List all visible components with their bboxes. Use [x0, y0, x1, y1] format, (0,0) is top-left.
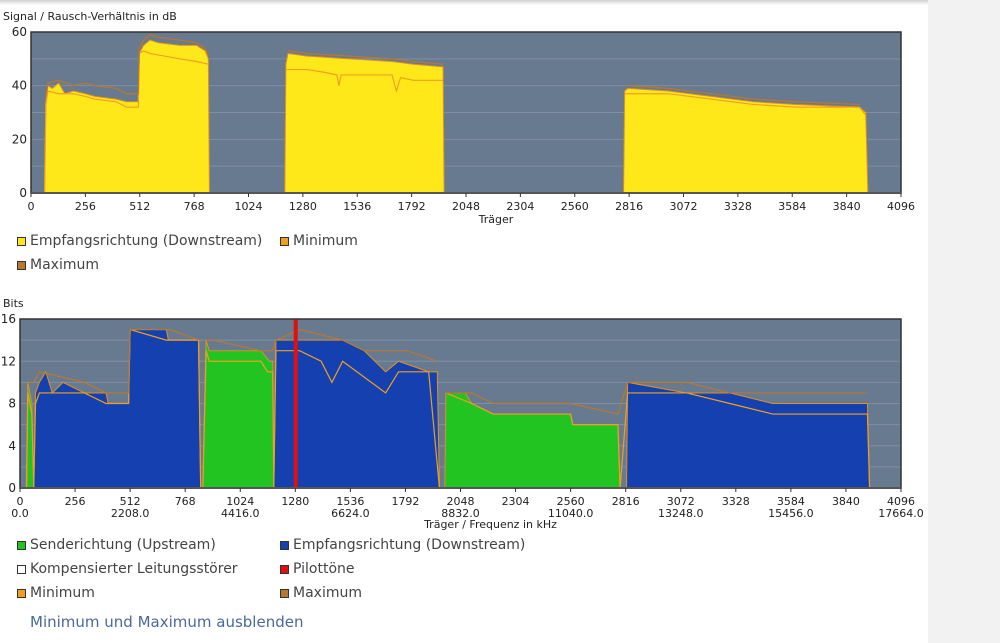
- x-tick-label: 1280: [281, 495, 309, 508]
- x-tick-label: 256: [65, 495, 86, 508]
- legend-downstream: Empfangsrichtung (Downstream): [17, 233, 262, 249]
- legend-label: Pilottöne: [293, 561, 355, 577]
- legend-swatch: [280, 540, 289, 550]
- legend-downstream: Empfangsrichtung (Downstream): [280, 537, 525, 553]
- legend-swatch: [280, 236, 289, 246]
- y-tick-label: 16: [1, 312, 16, 326]
- legend-label: Empfangsrichtung (Downstream): [30, 233, 263, 249]
- freq-tick-label: 17664.0: [878, 507, 924, 520]
- legend-label: Minimum: [293, 233, 358, 249]
- legend-label: Senderichtung (Upstream): [30, 537, 216, 553]
- legend-minimum: Minimum: [17, 585, 95, 601]
- y-tick-label: 4: [8, 439, 16, 453]
- x-tick-label: 3328: [722, 495, 750, 508]
- freq-tick-label: 15456.0: [768, 507, 814, 520]
- legend-label: Empfangsrichtung (Downstream): [293, 537, 526, 553]
- legend-maximum: Maximum: [17, 257, 99, 273]
- freq-tick-label: 6624.0: [331, 507, 370, 520]
- x-tick-label: 1792: [391, 495, 419, 508]
- legend-swatch: [280, 588, 289, 598]
- x-tick-label: 3840: [832, 495, 860, 508]
- legend-swatch: [17, 540, 26, 550]
- legend-minimum: Minimum: [280, 233, 358, 249]
- x-tick-label: 2304: [502, 495, 530, 508]
- legend-label: Maximum: [293, 585, 362, 601]
- legend-crosstalk: Kompensierter Leitungsstörer: [17, 561, 238, 577]
- legend-swatch: [17, 236, 26, 246]
- legend-swatch: [17, 588, 26, 598]
- legend-label: Kompensierter Leitungsstörer: [30, 561, 238, 577]
- x-tick-label: 2816: [612, 495, 640, 508]
- legend-swatch: [17, 260, 26, 270]
- hide-min-max-link[interactable]: Minimum und Maximum ausblenden: [30, 613, 303, 631]
- x-axis-label: Träger / Frequenz in kHz: [423, 518, 557, 531]
- legend-pilot: Pilottöne: [280, 561, 355, 577]
- x-tick-label: 768: [175, 495, 196, 508]
- y-tick-label: 8: [8, 397, 16, 411]
- legend-label: Minimum: [30, 585, 95, 601]
- legend-swatch: [280, 564, 289, 574]
- legend-maximum: Maximum: [280, 585, 362, 601]
- legend-label: Maximum: [30, 257, 99, 273]
- y-tick-label: 0: [8, 481, 16, 495]
- freq-tick-label: 0.0: [11, 507, 29, 520]
- y-tick-label: 12: [1, 354, 16, 368]
- freq-tick-label: 13248.0: [658, 507, 704, 520]
- legend-swatch: [17, 564, 26, 574]
- freq-tick-label: 4416.0: [221, 507, 260, 520]
- legend-upstream: Senderichtung (Upstream): [17, 537, 216, 553]
- freq-tick-label: 2208.0: [111, 507, 150, 520]
- series-area-sendderichtung: [202, 339, 275, 489]
